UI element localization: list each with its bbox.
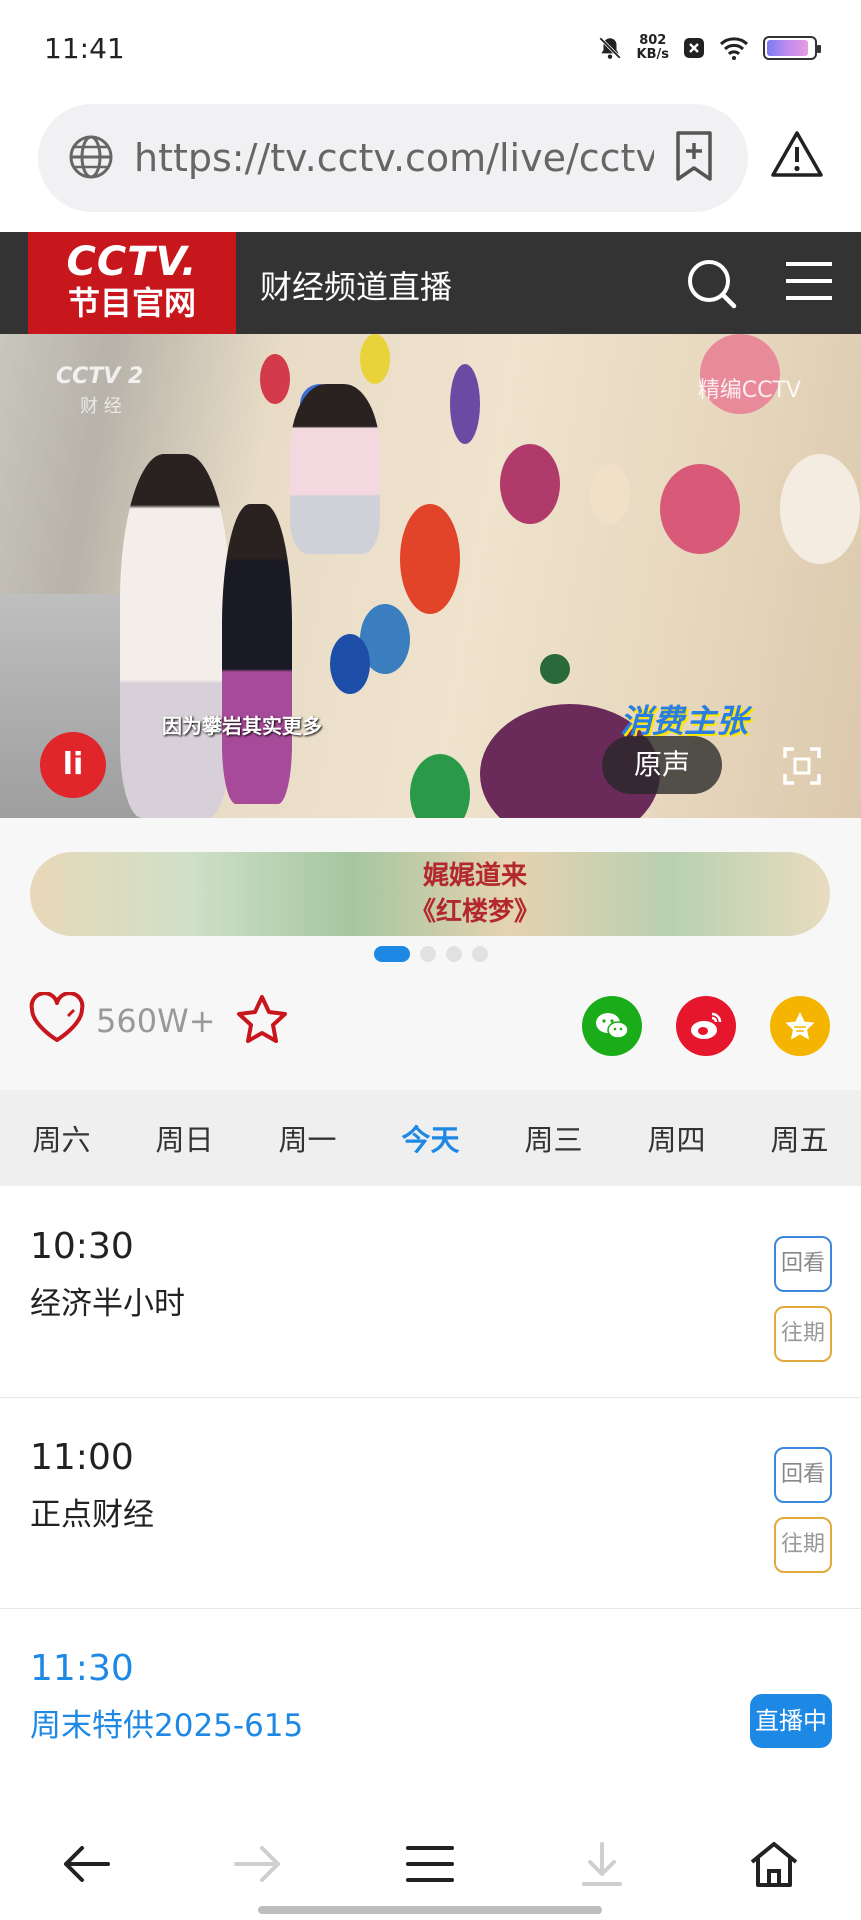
video-child [290, 384, 380, 554]
browser-toolbar: https://tv.cctv.com/live/cctv… [0, 100, 861, 230]
back-arrow-icon[interactable] [60, 1840, 112, 1888]
share-wechat-button[interactable] [582, 996, 642, 1056]
address-bar[interactable]: https://tv.cctv.com/live/cctv… [38, 104, 748, 212]
battery-icon [763, 36, 821, 60]
home-icon[interactable] [748, 1840, 800, 1888]
replay-button[interactable]: 回看 [774, 1236, 832, 1292]
add-bookmark-icon[interactable] [674, 130, 714, 182]
video-child [120, 454, 230, 818]
day-tab[interactable]: 周三 [518, 1117, 588, 1159]
video-hold [660, 464, 740, 554]
program-time: 11:30 [30, 1648, 134, 1689]
net-speed: 802 KB/s [637, 34, 669, 62]
video-subtitle: 因为攀岩其实更多 [162, 714, 322, 738]
video-watermark: 精编CCTV [697, 378, 801, 403]
cctv-logo[interactable]: CCTV. 节目官网 [28, 232, 236, 334]
pagination-dot[interactable] [472, 946, 488, 962]
menu-lines-icon[interactable] [404, 1840, 456, 1888]
day-tab-today[interactable]: 今天 [395, 1117, 465, 1159]
program-name: 经济半小时 [30, 1286, 185, 1322]
favorite-star-icon[interactable] [236, 994, 288, 1044]
day-tab[interactable]: 周五 [764, 1117, 834, 1159]
pagination-dot[interactable] [374, 946, 410, 962]
status-bar: 11:41 802 KB/s [0, 0, 861, 100]
video-hold [360, 334, 390, 384]
logo-bottom-text: 节目官网 [67, 284, 196, 322]
search-icon[interactable] [684, 256, 738, 310]
banner-pagination [374, 946, 488, 962]
live-now-badge[interactable]: 直播中 [750, 1694, 832, 1748]
browser-bottom-nav [0, 1810, 861, 1920]
banner-title: 娓娓道来 《红楼梦》 [390, 858, 560, 930]
video-hold [400, 504, 460, 614]
url-text[interactable]: https://tv.cctv.com/live/cctv… [134, 136, 654, 180]
pagination-dot[interactable] [446, 946, 462, 962]
program-time: 10:30 [30, 1226, 134, 1267]
program-name: 正点财经 [30, 1497, 154, 1533]
program-row[interactable]: 11:00 正点财经 回看 往期 [0, 1399, 861, 1609]
video-player[interactable]: CCTV 2 财 经 精编CCTV 因为攀岩其实更多 消费主张 li 原声 [0, 334, 861, 818]
day-tab[interactable]: 周四 [641, 1117, 711, 1159]
past-episodes-button[interactable]: 往期 [774, 1517, 832, 1573]
banner-line-2: 《红楼梦》 [409, 897, 540, 927]
day-tab[interactable]: 周日 [149, 1117, 219, 1159]
weibo-icon [691, 1012, 722, 1039]
globe-icon [69, 135, 113, 179]
net-speed-value: 802 [639, 33, 667, 48]
video-channel-logo-sub: 财 经 [80, 396, 122, 417]
video-hold [450, 364, 480, 444]
video-hold [540, 654, 570, 684]
download-icon[interactable] [576, 1840, 628, 1888]
close-box-icon [684, 38, 704, 58]
status-icons: 802 KB/s [597, 34, 821, 62]
program-name: 周末特供2025-615 [30, 1708, 304, 1744]
site-header: CCTV. 节目官网 财经频道直播 [0, 232, 861, 334]
video-hold [780, 454, 860, 564]
mute-bell-icon [598, 37, 621, 59]
day-tab[interactable]: 周六 [26, 1117, 96, 1159]
wechat-icon [596, 1013, 629, 1039]
pagination-dot[interactable] [420, 946, 436, 962]
video-hold [330, 634, 370, 694]
video-hold [500, 444, 560, 524]
replay-button[interactable]: 回看 [774, 1447, 832, 1503]
menu-icon[interactable] [784, 260, 834, 302]
forward-arrow-icon[interactable] [232, 1840, 284, 1888]
logo-top-text: CCTV. [66, 239, 198, 285]
video-hold [590, 464, 630, 524]
promo-banner[interactable]: 娓娓道来 《红楼梦》 [30, 852, 830, 936]
like-count: 560W+ [96, 1002, 216, 1040]
original-audio-button[interactable]: 原声 [602, 736, 722, 794]
program-row[interactable]: 10:30 经济半小时 回看 往期 [0, 1188, 861, 1398]
video-child [222, 504, 292, 804]
share-weibo-button[interactable] [676, 996, 736, 1056]
fullscreen-icon[interactable] [782, 746, 822, 786]
video-channel-logo: CCTV 2 [56, 364, 144, 389]
channel-title: 财经频道直播 [260, 268, 453, 306]
star-badge-icon [785, 1012, 815, 1040]
heart-icon[interactable] [28, 992, 86, 1044]
status-time: 11:41 [44, 32, 125, 65]
video-hold [410, 754, 470, 818]
program-time: 11:00 [30, 1437, 134, 1478]
day-tab[interactable]: 周一 [272, 1117, 342, 1159]
banner-line-1: 娓娓道来 [422, 861, 527, 891]
warning-icon[interactable] [770, 130, 824, 178]
home-indicator[interactable] [258, 1906, 602, 1914]
past-episodes-button[interactable]: 往期 [774, 1306, 832, 1362]
share-favorite-button[interactable] [770, 996, 830, 1056]
video-hold [260, 354, 290, 404]
wifi-icon [719, 37, 749, 60]
player-logo-icon[interactable]: li [40, 732, 106, 798]
day-tabs: 周六 周日 周一 今天 周三 周四 周五 [0, 1090, 861, 1186]
program-row-live[interactable]: 11:30 周末特供2025-615 直播中 [0, 1610, 861, 1820]
net-speed-unit: KB/s [636, 47, 669, 62]
